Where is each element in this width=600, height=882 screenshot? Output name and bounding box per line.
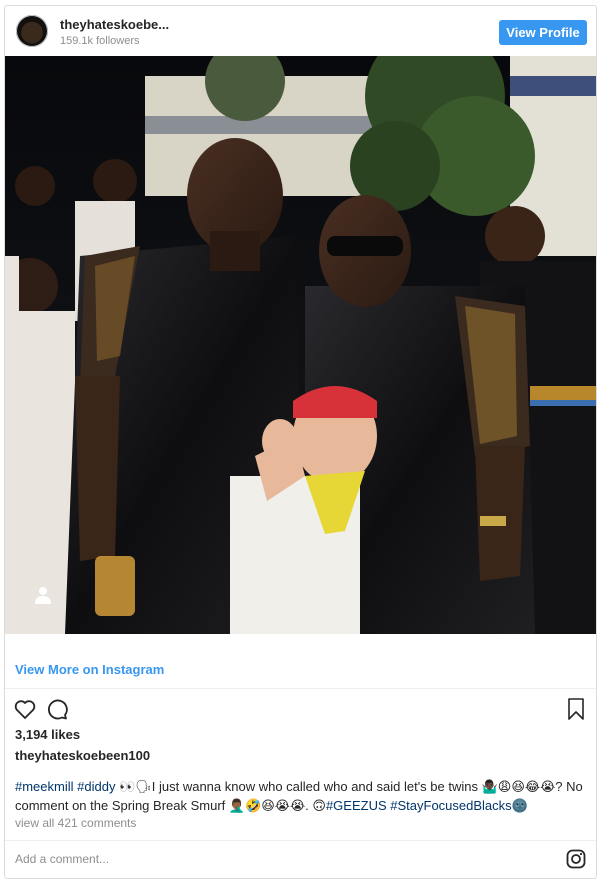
bookmark-icon[interactable]: [564, 697, 588, 721]
photo-illustration: [5, 56, 596, 634]
divider: [5, 840, 596, 841]
instagram-logo-icon[interactable]: [566, 849, 586, 869]
instagram-embed: theyhateskoebe... 159.1k followers View …: [4, 5, 597, 879]
caption-text: 🌚: [511, 798, 528, 813]
post-header: theyhateskoebe... 159.1k followers View …: [5, 6, 596, 56]
hashtag-link[interactable]: #GEEZUS: [326, 798, 387, 813]
follower-count: 159.1k followers: [60, 35, 140, 47]
hashtag-link[interactable]: #StayFocusedBlacks: [390, 798, 511, 813]
action-bar: [5, 694, 596, 726]
divider: [5, 688, 596, 689]
add-comment-input[interactable]: Add a comment...: [15, 852, 109, 866]
view-profile-button[interactable]: View Profile: [499, 20, 587, 45]
hashtag-link[interactable]: #meekmill: [15, 779, 74, 794]
heart-icon[interactable]: [13, 697, 37, 721]
post-owner[interactable]: theyhateskoebeen100: [15, 748, 150, 763]
hashtag-link[interactable]: #diddy: [77, 779, 115, 794]
user-icon[interactable]: [35, 586, 51, 604]
post-photo[interactable]: [5, 56, 596, 634]
view-more-link[interactable]: View More on Instagram: [15, 662, 164, 677]
avatar[interactable]: [16, 15, 48, 47]
comment-icon[interactable]: [45, 697, 69, 721]
username[interactable]: theyhateskoebe...: [60, 17, 169, 32]
like-count[interactable]: 3,194 likes: [15, 727, 80, 742]
view-comments-link[interactable]: view all 421 comments: [15, 816, 136, 830]
post-caption: #meekmill #diddy 👀🗣I just wanna know who…: [15, 777, 591, 815]
